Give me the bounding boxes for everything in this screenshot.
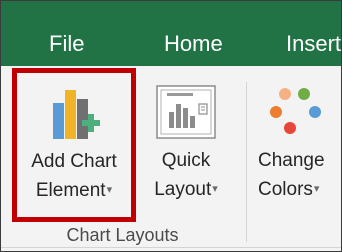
- quick-layout-label-line2: Layout▾: [154, 179, 218, 200]
- dropdown-caret-icon: ▾: [313, 183, 320, 196]
- tab-insert[interactable]: Insert: [286, 31, 341, 57]
- quick-layout-icon: [156, 85, 216, 139]
- dropdown-caret-icon: ▾: [106, 184, 113, 197]
- ribbon-bottom-border: [1, 247, 341, 248]
- change-colors-label-line1: Change: [258, 150, 325, 171]
- tab-home[interactable]: Home: [164, 31, 223, 57]
- add-chart-element-label-line2: Element▾: [35, 180, 113, 201]
- add-chart-element-button[interactable]: Add Chart Element▾: [16, 76, 132, 218]
- add-chart-element-label-line1: Add Chart: [31, 151, 117, 172]
- quick-layout-button[interactable]: Quick Layout▾: [138, 76, 234, 218]
- ribbon-tab-bar: File Home Insert: [1, 1, 341, 66]
- change-colors-label-line2: Colors▾: [258, 179, 320, 200]
- tab-file[interactable]: File: [49, 31, 84, 57]
- add-chart-element-icon: [53, 90, 100, 139]
- dropdown-caret-icon: ▾: [212, 183, 218, 196]
- quick-layout-label-line1: Quick: [161, 150, 211, 171]
- group-label-chart-layouts: Chart Layouts: [66, 225, 179, 245]
- group-divider: [246, 82, 247, 242]
- change-colors-icon: [270, 88, 321, 134]
- change-colors-button[interactable]: Change Colors▾: [252, 76, 342, 218]
